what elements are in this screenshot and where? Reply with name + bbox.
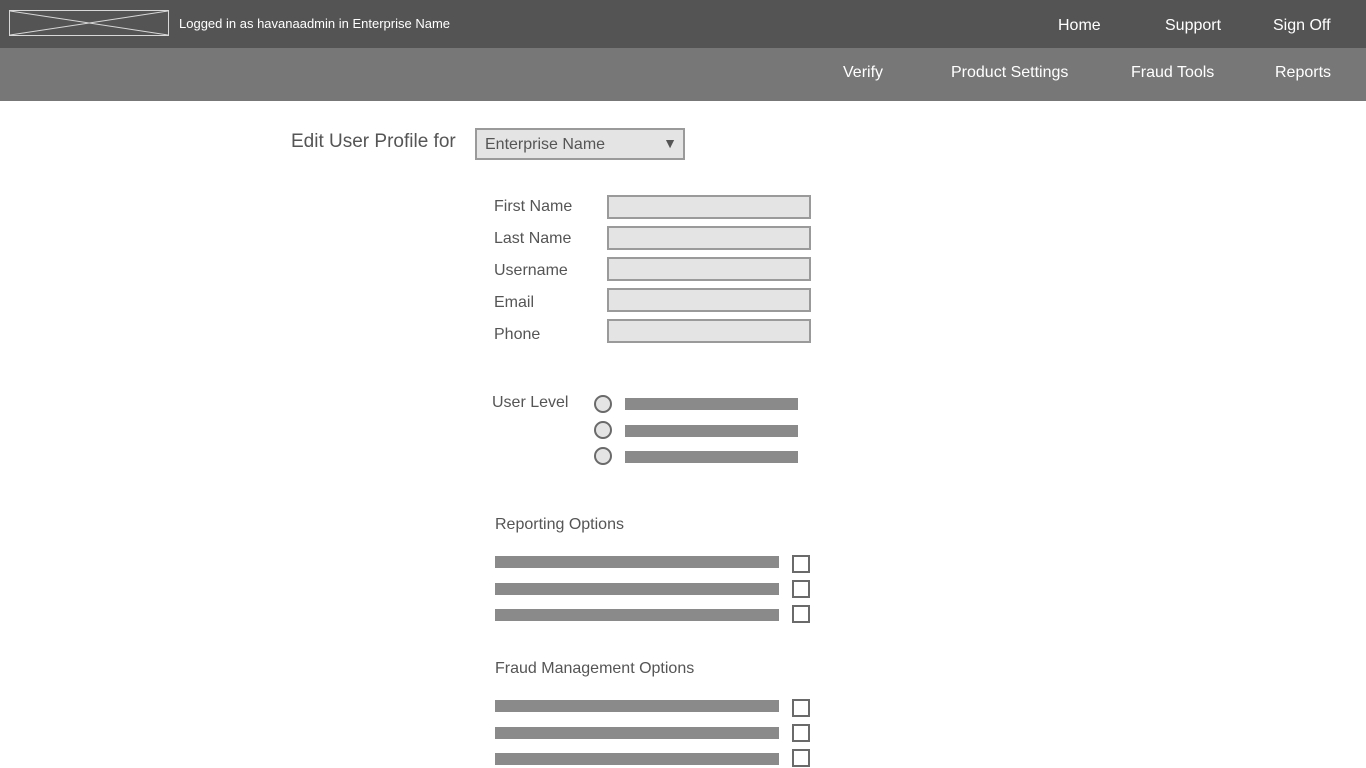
triangle-down-icon[interactable]: ▼	[663, 135, 677, 151]
email-label: Email	[494, 294, 535, 311]
fraud-option-2-checkbox[interactable]	[792, 724, 810, 742]
user-level-option-3-placeholder	[625, 451, 798, 463]
user-level-option-2-placeholder	[625, 425, 798, 437]
fraud-option-1-checkbox[interactable]	[792, 699, 810, 717]
first-name-label: First Name	[494, 198, 573, 215]
phone-label: Phone	[494, 326, 541, 343]
last-name-label: Last Name	[494, 230, 572, 247]
sub-nav-bar: Verify Product Settings Fraud Tools Repo…	[0, 48, 1366, 101]
reporting-option-2-checkbox[interactable]	[792, 580, 810, 598]
enterprise-select-value: Enterprise Name	[485, 136, 606, 153]
subnav-fraud-tools-link[interactable]: Fraud Tools	[1131, 64, 1214, 82]
fraud-option-3-placeholder	[495, 753, 779, 765]
login-status-text: Logged in as havanaadmin in Enterprise N…	[179, 16, 451, 31]
last-name-field[interactable]	[607, 226, 811, 250]
user-level-option-1-placeholder	[625, 398, 798, 410]
nav-support-link[interactable]: Support	[1165, 17, 1221, 35]
subnav-reports-link[interactable]: Reports	[1275, 64, 1331, 82]
logo-placeholder-icon[interactable]	[9, 10, 169, 36]
reporting-option-3-checkbox[interactable]	[792, 605, 810, 623]
nav-sign-off-link[interactable]: Sign Off	[1273, 17, 1331, 35]
fraud-management-heading: Fraud Management Options	[495, 660, 695, 677]
top-bar: Logged in as havanaadmin in Enterprise N…	[0, 0, 1366, 48]
email-field[interactable]	[607, 288, 811, 312]
fraud-option-2-placeholder	[495, 727, 779, 739]
username-label: Username	[494, 262, 568, 279]
reporting-option-3-placeholder	[495, 609, 779, 621]
fraud-option-1-placeholder	[495, 700, 779, 712]
phone-field[interactable]	[607, 319, 811, 343]
reporting-option-1-checkbox[interactable]	[792, 555, 810, 573]
reporting-option-2-placeholder	[495, 583, 779, 595]
user-level-radio-3[interactable]	[594, 447, 612, 465]
reporting-option-1-placeholder	[495, 556, 779, 568]
nav-home-link[interactable]: Home	[1058, 17, 1101, 35]
first-name-field[interactable]	[607, 195, 811, 219]
username-field[interactable]	[607, 257, 811, 281]
user-level-radio-1[interactable]	[594, 395, 612, 413]
subnav-product-settings-link[interactable]: Product Settings	[951, 64, 1068, 82]
reporting-options-heading: Reporting Options	[495, 516, 624, 533]
fraud-option-3-checkbox[interactable]	[792, 749, 810, 767]
page-title: Edit User Profile for	[291, 131, 456, 152]
user-level-label: User Level	[492, 394, 569, 411]
subnav-verify-link[interactable]: Verify	[843, 64, 883, 82]
enterprise-select[interactable]: Enterprise Name ▼	[475, 128, 685, 160]
user-level-radio-2[interactable]	[594, 421, 612, 439]
